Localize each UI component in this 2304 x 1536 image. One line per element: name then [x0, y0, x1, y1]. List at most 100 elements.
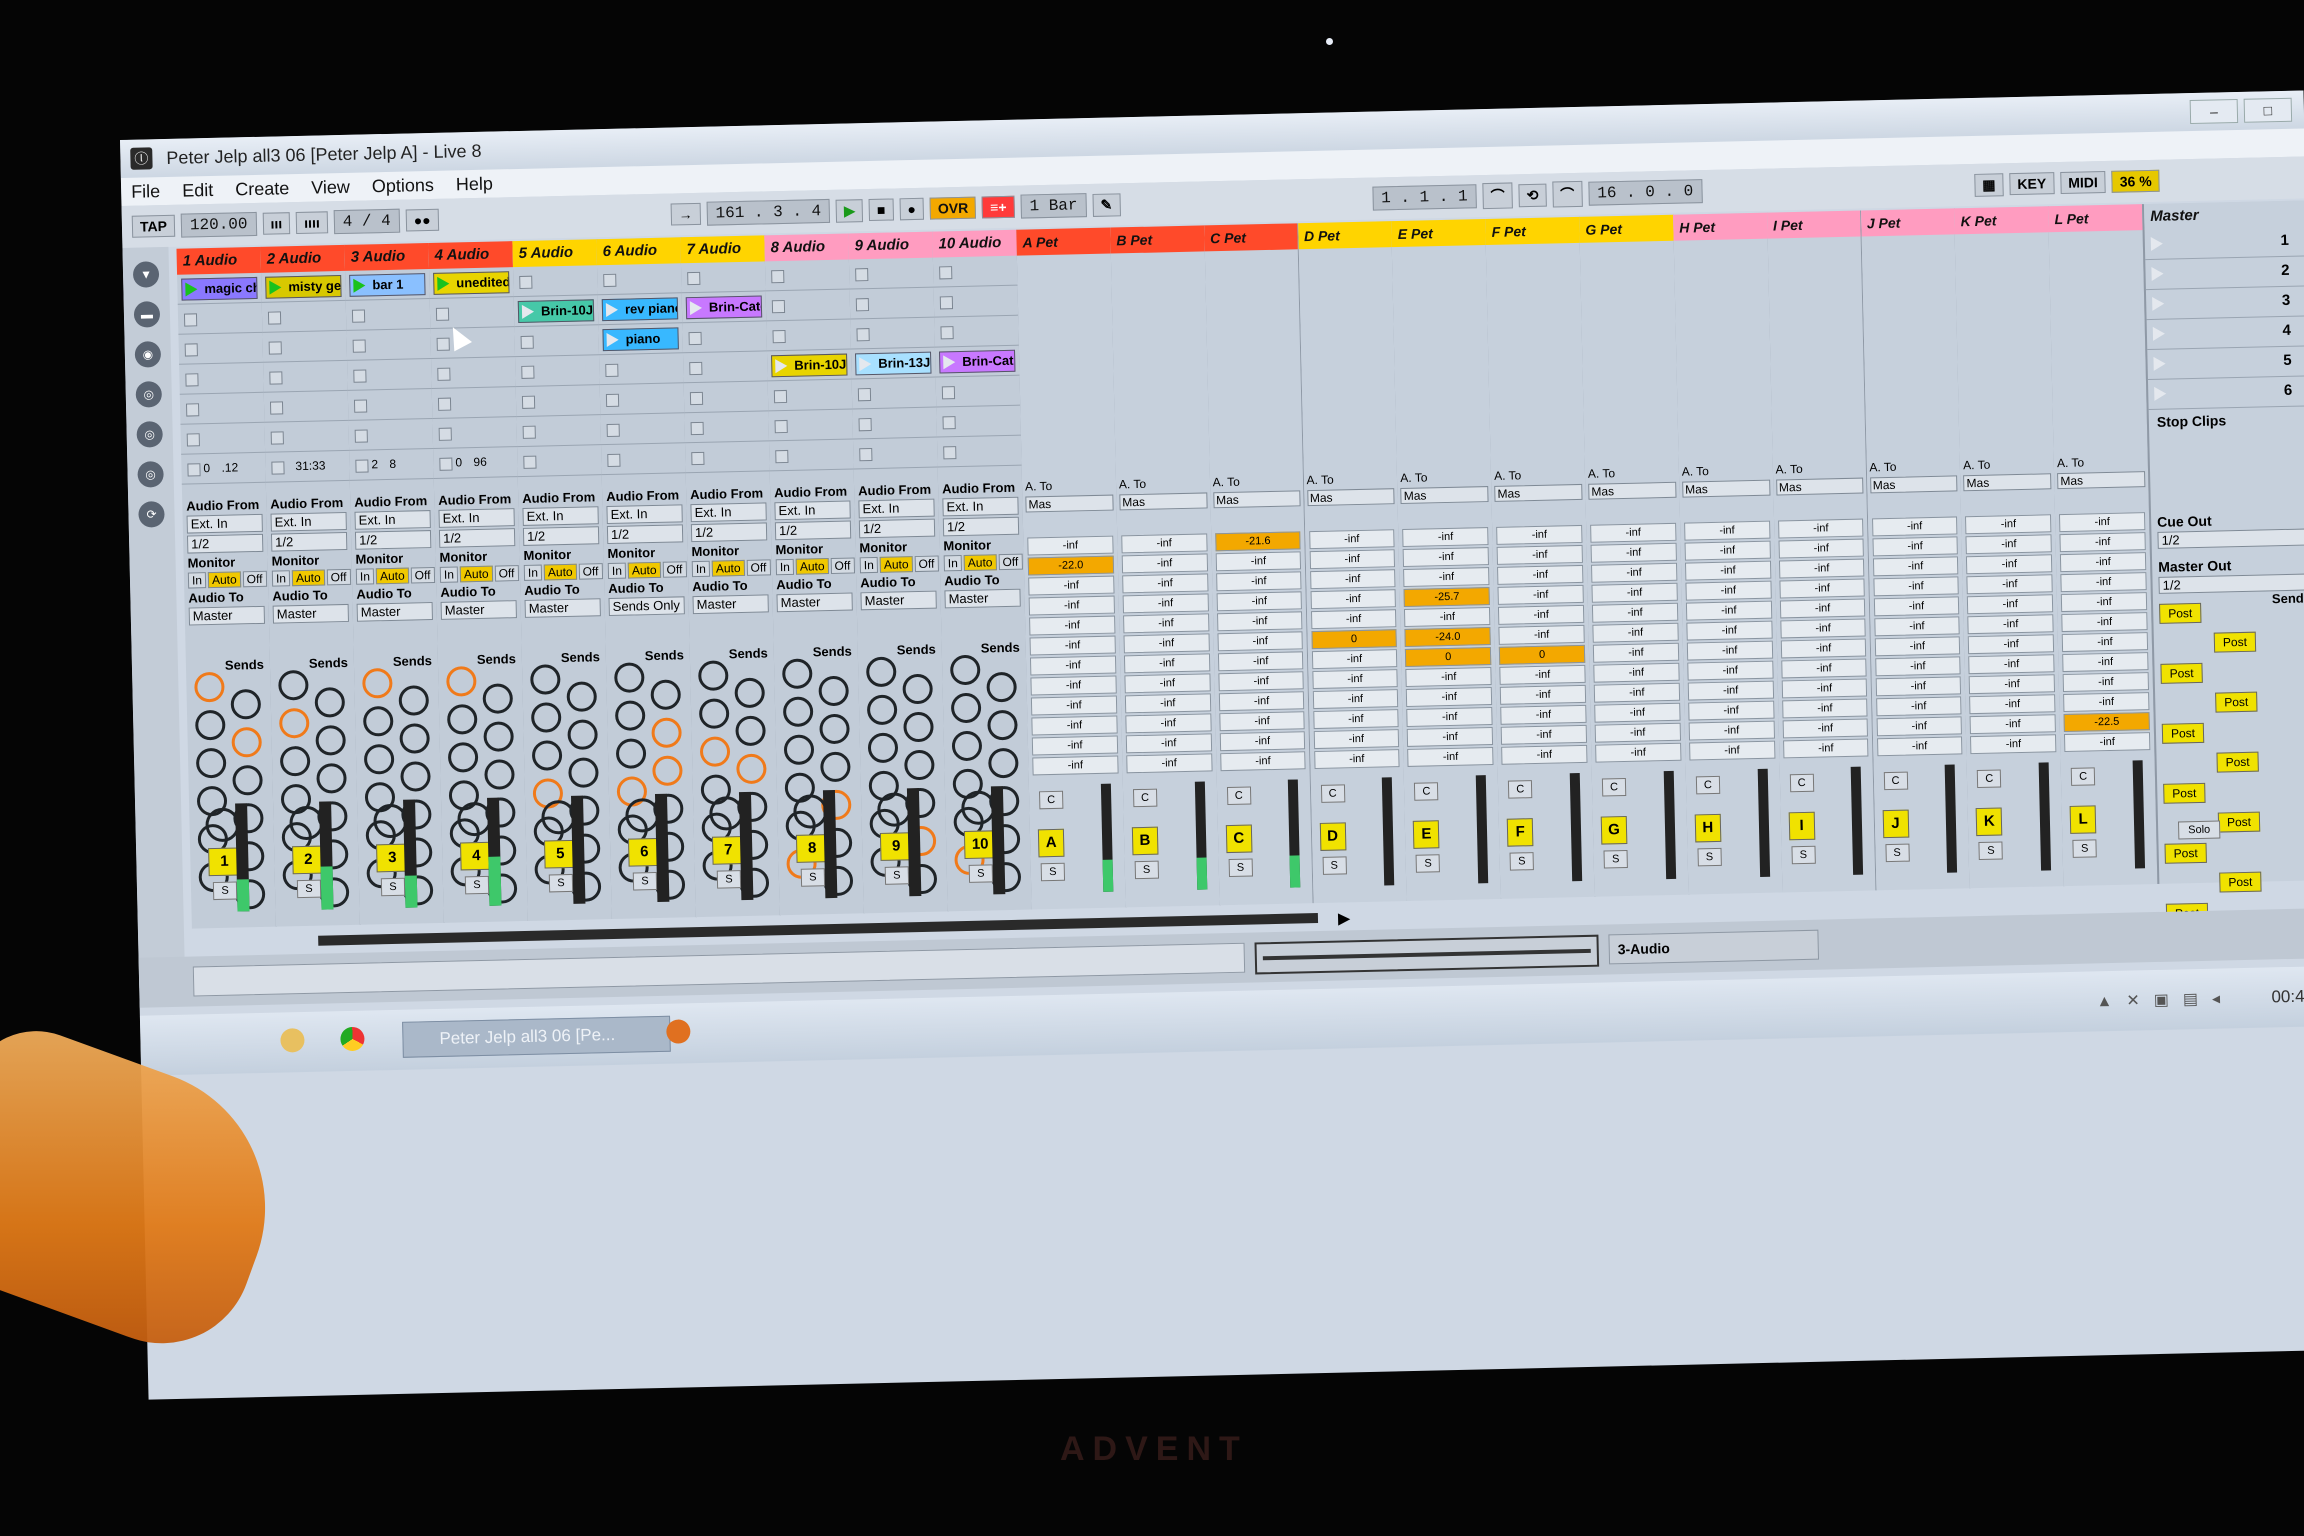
audio-to-select[interactable]: Master [524, 598, 601, 618]
send-value[interactable]: -inf [1874, 656, 1961, 677]
clip-stop-icon[interactable] [268, 341, 282, 355]
clip-stop-icon[interactable] [773, 389, 788, 404]
clip-stop-icon[interactable] [939, 296, 954, 310]
clip-stop-icon[interactable] [185, 373, 199, 387]
clip[interactable]: Brin-Caterpi [685, 295, 763, 320]
solo-button[interactable]: S [1040, 862, 1066, 882]
clip-slot[interactable] [849, 287, 935, 320]
send-value[interactable]: -inf [1403, 567, 1490, 587]
clip-slot[interactable] [179, 362, 264, 395]
clip-slot[interactable] [515, 385, 601, 418]
clip[interactable]: Brin-Cat [939, 349, 1016, 374]
scene-launch[interactable]: 6 [2147, 376, 2304, 411]
clip-stop-icon[interactable] [522, 425, 536, 439]
send-value[interactable]: -inf [1312, 709, 1399, 730]
clip-slot[interactable] [932, 255, 1018, 288]
send-knob-d[interactable] [987, 709, 1018, 741]
send-knob-d[interactable] [231, 726, 263, 758]
input-channel-select[interactable]: 1/2 [942, 516, 1020, 537]
send-value[interactable]: -inf [1780, 658, 1868, 679]
input-channel-select[interactable]: 1/2 [270, 531, 348, 552]
send-value[interactable]: -inf [1875, 676, 1962, 697]
clip-slot[interactable] [261, 300, 347, 333]
cue-button[interactable]: C [1601, 778, 1627, 797]
menu-file[interactable]: File [131, 181, 160, 203]
clip-slot[interactable] [514, 325, 600, 358]
send-knob-a[interactable] [613, 662, 645, 693]
audio-from-select[interactable]: Ext. In [438, 508, 515, 528]
send-value[interactable]: -inf [2060, 552, 2147, 573]
send-knob-d[interactable] [651, 717, 682, 749]
send-value[interactable]: -inf [1590, 522, 1677, 543]
clip-launch-icon[interactable] [775, 358, 788, 374]
clip-launch-icon[interactable] [437, 276, 450, 291]
send-knob-b[interactable] [986, 671, 1017, 703]
clip-stop-icon[interactable] [352, 339, 366, 353]
return-activator-button[interactable]: A [1037, 828, 1065, 858]
monitor-in-button[interactable]: In [523, 564, 543, 581]
menu-options[interactable]: Options [372, 174, 435, 196]
clip-slot[interactable] [852, 407, 937, 440]
send-value[interactable]: -inf [1876, 716, 1963, 737]
clip-stop-icon[interactable] [270, 431, 284, 445]
file-browser-2-icon[interactable]: ◎ [136, 421, 163, 448]
monitor-in-button[interactable]: In [271, 570, 291, 587]
clip-slot[interactable] [684, 411, 770, 444]
send-value[interactable]: -inf [1683, 520, 1771, 541]
send-knob-c[interactable] [278, 707, 310, 739]
post-fader-button[interactable]: Post [2213, 631, 2257, 653]
send-value[interactable]: -inf [1781, 678, 1868, 699]
send-knob-f[interactable] [820, 751, 851, 783]
send-value[interactable]: -inf [1872, 576, 1960, 597]
send-value[interactable]: -inf [1029, 655, 1117, 676]
cue-button[interactable]: C [1883, 771, 1908, 791]
send-value[interactable]: -inf [1591, 582, 1678, 603]
post-fader-button[interactable]: Post [2164, 842, 2207, 864]
send-knob-b[interactable] [734, 677, 766, 709]
post-fader-button[interactable]: Post [2215, 691, 2258, 713]
send-knob-f[interactable] [652, 755, 683, 787]
send-knob-e[interactable] [867, 732, 899, 764]
loop-button[interactable]: ⟲ [1518, 183, 1547, 207]
scene-launch[interactable]: 3 [2145, 286, 2304, 321]
clip-slot[interactable]: bar 1 [345, 269, 430, 301]
menu-create[interactable]: Create [235, 178, 289, 200]
monitor-off-button[interactable]: Off [662, 561, 687, 578]
return-title[interactable]: E Pet [1391, 219, 1486, 248]
send-value[interactable]: -inf [1687, 660, 1774, 681]
cue-button[interactable]: C [1132, 788, 1158, 808]
return-title[interactable]: J Pet [1860, 208, 1955, 237]
scene-launch-icon[interactable] [2153, 356, 2166, 371]
send-value[interactable]: -inf [1591, 602, 1679, 623]
send-value[interactable]: 0 [1499, 644, 1586, 665]
clip-stop-icon[interactable] [774, 419, 788, 434]
monitor-in-button[interactable]: In [775, 558, 795, 576]
send-value[interactable]: -inf [1217, 651, 1304, 672]
send-knob-d[interactable] [567, 719, 598, 750]
clip-stop-icon[interactable] [772, 329, 786, 344]
send-value[interactable]: -inf [1594, 722, 1681, 743]
return-output-select[interactable]: Mas [1869, 475, 1958, 494]
monitor-off-button[interactable]: Off [578, 563, 603, 580]
input-channel-select[interactable]: 1/2 [606, 524, 684, 545]
send-value[interactable]: -inf [2060, 572, 2147, 593]
return-output-select[interactable]: Mas [1681, 479, 1771, 498]
send-value[interactable]: -inf [1029, 615, 1116, 636]
monitor-auto-button[interactable]: Auto [375, 567, 409, 585]
send-value[interactable]: -inf [1778, 558, 1865, 579]
clip-slot[interactable] [768, 409, 853, 442]
clip-slot[interactable] [178, 332, 264, 365]
clip-stop-icon[interactable] [856, 328, 870, 342]
send-value[interactable]: -inf [1779, 578, 1866, 599]
send-value[interactable]: -inf [1125, 713, 1212, 734]
audio-from-select[interactable]: Ext. In [606, 504, 683, 525]
send-value[interactable]: -inf [1873, 616, 1961, 637]
monitor-auto-button[interactable]: Auto [543, 563, 577, 581]
send-value[interactable]: -inf [2064, 732, 2151, 753]
send-knob-f[interactable] [484, 759, 515, 790]
send-value[interactable]: -inf [1496, 524, 1583, 545]
tempo-field[interactable]: 120.00 [180, 211, 257, 238]
clip-slot[interactable] [179, 392, 265, 425]
audio-from-select[interactable]: Ext. In [858, 498, 935, 519]
clip-slot[interactable] [766, 319, 851, 352]
